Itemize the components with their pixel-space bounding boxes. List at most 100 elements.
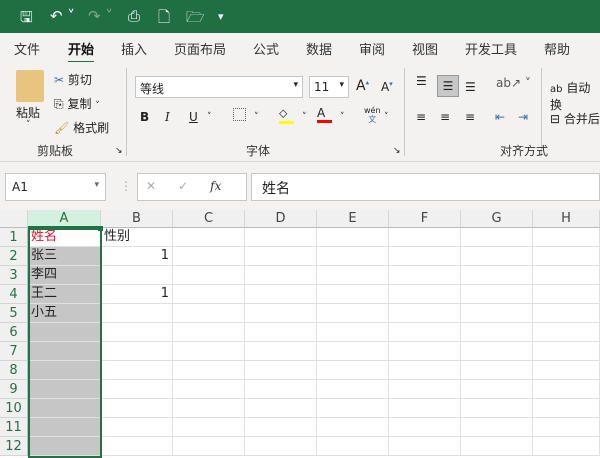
cell[interactable]: 王二: [28, 285, 101, 304]
font-color-icon[interactable]: A: [317, 106, 332, 123]
cell[interactable]: [533, 342, 600, 361]
cell[interactable]: [245, 266, 317, 285]
cell[interactable]: [317, 247, 389, 266]
cell[interactable]: [245, 399, 317, 418]
column-header[interactable]: H: [533, 210, 600, 228]
format-painter-button[interactable]: 🖌 格式刷: [54, 119, 109, 136]
row-header[interactable]: 1: [0, 228, 28, 247]
cell[interactable]: [533, 266, 600, 285]
cell[interactable]: [461, 418, 533, 437]
cell[interactable]: [389, 418, 461, 437]
cell[interactable]: [101, 437, 173, 456]
cell[interactable]: [101, 399, 173, 418]
cell[interactable]: [101, 342, 173, 361]
redo-icon[interactable]: ↷ ˅: [88, 7, 113, 25]
tab-data[interactable]: 数据: [306, 39, 332, 58]
row-header[interactable]: 12: [0, 437, 28, 456]
tab-review[interactable]: 审阅: [359, 39, 385, 58]
print-preview-icon[interactable]: ⎙: [128, 7, 140, 25]
fill-handle[interactable]: [98, 226, 103, 231]
open-folder-icon[interactable]: 🗁: [186, 7, 205, 32]
cell[interactable]: [101, 361, 173, 380]
chevron-down-icon[interactable]: ˅: [26, 120, 31, 130]
cell[interactable]: [173, 361, 245, 380]
align-top-icon[interactable]: ☰: [416, 74, 427, 88]
cell[interactable]: [389, 399, 461, 418]
merge-center-button[interactable]: ⊟ 合并后: [550, 110, 600, 127]
cell[interactable]: [173, 418, 245, 437]
cell[interactable]: [461, 304, 533, 323]
cell[interactable]: [533, 380, 600, 399]
decrease-indent-icon[interactable]: ⇤: [495, 110, 505, 124]
cell[interactable]: [461, 228, 533, 247]
cell[interactable]: [533, 361, 600, 380]
cell[interactable]: [317, 399, 389, 418]
cell[interactable]: [389, 361, 461, 380]
cell[interactable]: [173, 285, 245, 304]
cell[interactable]: [101, 323, 173, 342]
align-left-icon[interactable]: ≡: [416, 110, 426, 124]
cell[interactable]: [173, 228, 245, 247]
cell[interactable]: [461, 323, 533, 342]
cell[interactable]: [533, 228, 600, 247]
row-header[interactable]: 9: [0, 380, 28, 399]
increase-indent-icon[interactable]: ⇥: [518, 110, 528, 124]
cut-button[interactable]: ✂ 剪切: [54, 71, 92, 88]
cell[interactable]: [245, 418, 317, 437]
cell[interactable]: [533, 399, 600, 418]
cell[interactable]: [389, 323, 461, 342]
align-right-icon[interactable]: ≡: [465, 110, 475, 124]
cell[interactable]: [389, 285, 461, 304]
bold-button[interactable]: B: [140, 110, 149, 124]
column-header[interactable]: D: [245, 210, 317, 228]
row-header[interactable]: 8: [0, 361, 28, 380]
cell[interactable]: [245, 247, 317, 266]
cell[interactable]: [317, 380, 389, 399]
chevron-down-icon[interactable]: ˅: [302, 112, 307, 122]
font-name-select[interactable]: 等线 ▾: [135, 76, 303, 98]
tab-help[interactable]: 帮助: [544, 39, 570, 58]
decrease-font-icon[interactable]: A▾: [381, 80, 393, 94]
cell[interactable]: [461, 380, 533, 399]
cell[interactable]: [245, 380, 317, 399]
cancel-icon[interactable]: ✕: [146, 179, 156, 193]
column-header[interactable]: F: [389, 210, 461, 228]
row-header[interactable]: 2: [0, 247, 28, 266]
cell[interactable]: [173, 380, 245, 399]
cell[interactable]: [461, 399, 533, 418]
cell[interactable]: [101, 380, 173, 399]
name-box[interactable]: A1 ▾: [5, 173, 106, 201]
row-header[interactable]: 3: [0, 266, 28, 285]
tab-view[interactable]: 视图: [412, 39, 438, 58]
cell[interactable]: [461, 285, 533, 304]
cell[interactable]: [461, 342, 533, 361]
formula-input[interactable]: 姓名: [251, 173, 600, 201]
cell[interactable]: [461, 361, 533, 380]
chevron-down-icon[interactable]: ˅: [207, 112, 212, 122]
copy-button[interactable]: ⎘ 复制 ˅: [54, 95, 100, 112]
cell[interactable]: [173, 304, 245, 323]
cell[interactable]: [533, 418, 600, 437]
undo-icon[interactable]: ↶ ˅: [50, 7, 75, 25]
cell[interactable]: [317, 418, 389, 437]
cell[interactable]: [317, 323, 389, 342]
cell[interactable]: [317, 437, 389, 456]
cell[interactable]: 1: [101, 247, 173, 266]
italic-button[interactable]: I: [165, 110, 170, 124]
row-header[interactable]: 4: [0, 285, 28, 304]
enter-icon[interactable]: ✓: [178, 179, 188, 193]
cell[interactable]: [28, 437, 101, 456]
paste-button[interactable]: 粘贴: [16, 104, 40, 121]
cell[interactable]: [173, 399, 245, 418]
cell[interactable]: 1: [101, 285, 173, 304]
cell[interactable]: [317, 228, 389, 247]
cell[interactable]: [28, 323, 101, 342]
chevron-down-icon[interactable]: ˅: [254, 112, 259, 122]
cell[interactable]: [173, 437, 245, 456]
cell[interactable]: [317, 361, 389, 380]
dialog-launcher-icon[interactable]: ↘: [115, 146, 123, 156]
tab-insert[interactable]: 插入: [121, 39, 147, 58]
cell[interactable]: [28, 399, 101, 418]
cell[interactable]: [101, 266, 173, 285]
dialog-launcher-icon[interactable]: ↘: [393, 146, 401, 156]
